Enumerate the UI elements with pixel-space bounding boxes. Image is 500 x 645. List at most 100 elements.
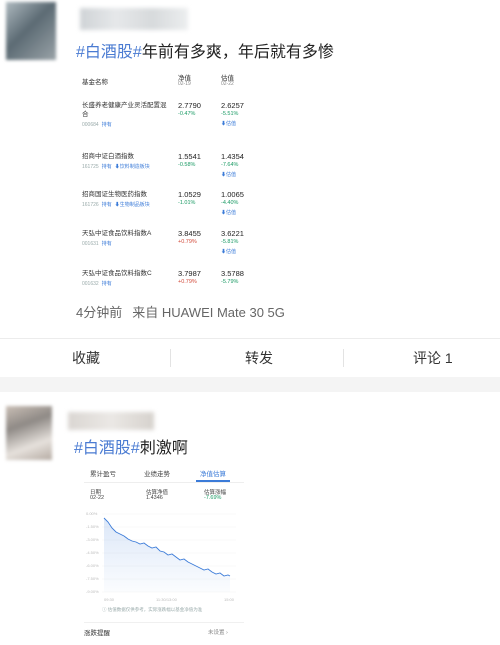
fund-code-line: 000684 持有 — [82, 121, 112, 128]
price-alert-value: 未设置 › — [208, 630, 228, 636]
fund-list-screenshot[interactable]: 基金名称 净值 02-19 估值 02-22 长盛养老健康产业灵活配置混合 00… — [76, 64, 252, 288]
est-value: 1.4354 — [221, 152, 244, 161]
username-blurred[interactable] — [68, 412, 154, 430]
y-axis-labels: 0.00% -1.50% -3.00% -4.50% -6.00% -7.50%… — [86, 511, 99, 594]
post-text: #白酒股#年前有多爽，年后就有多惨 — [76, 38, 334, 62]
post-body: 年前有多爽，年后就有多惨 — [141, 44, 334, 61]
x-tick-label: 09:30 — [104, 597, 115, 602]
avatar[interactable] — [6, 406, 52, 460]
fund-name: 招商国证生物医药指数 — [82, 191, 147, 198]
fund-code-line: 161725 持有 ⬇饮料制造板块 — [82, 163, 150, 170]
hashtag-link[interactable]: #白酒股# — [74, 440, 140, 457]
est-change: -7.64% — [221, 162, 239, 168]
fund-code: 161725 — [82, 164, 99, 170]
nav-date: 02-19 — [178, 81, 191, 87]
fund-code-line: 001631 持有 — [82, 240, 112, 247]
chevron-right-icon: › — [226, 630, 228, 636]
post-body: 刺激啊 — [139, 440, 188, 457]
nav-value: 2.7790 — [178, 101, 201, 110]
y-tick-label: 0.00% — [86, 511, 98, 516]
est-value: 3.5788 — [221, 269, 244, 278]
fund-name: 招商中证白酒指数 — [82, 153, 134, 160]
hold-tag: 持有 — [101, 241, 112, 247]
username-blurred[interactable] — [80, 8, 188, 30]
active-tab-indicator — [196, 480, 230, 482]
est-value: 2.6257 — [221, 101, 244, 110]
est-label: ⬇估值 — [221, 172, 237, 178]
est-change-value: -7.69% — [204, 495, 222, 501]
divider — [170, 349, 171, 367]
hold-tag: 持有 — [101, 202, 112, 208]
tab-performance[interactable]: 业绩走势 — [144, 468, 170, 478]
y-tick-label: -7.50% — [86, 576, 99, 581]
post-text: #白酒股#刺激啊 — [74, 434, 188, 458]
fund-code-line: 001632 持有 — [82, 280, 112, 287]
y-tick-label: -9.00% — [86, 589, 99, 594]
sector-tag: ⬇饮料制造板块 — [114, 164, 150, 170]
est-change: -5.51% — [221, 111, 239, 117]
feed-post-2: #白酒股#刺激啊 累计盈亏 业绩走势 净值估算 日期 02-22 估算净值 1.… — [0, 392, 500, 645]
comment-button[interactable]: 评论 1 — [413, 339, 453, 377]
est-date: 02-22 — [221, 81, 234, 87]
y-tick-label: -3.00% — [86, 537, 99, 542]
tab-cumulative-pnl[interactable]: 累计盈亏 — [90, 468, 116, 478]
nav-value: 3.7987 — [178, 269, 201, 278]
est-change: -5.81% — [221, 239, 239, 245]
sector-tag: ⬇生物制品板块 — [114, 202, 150, 208]
post-time: 4分钟前 — [76, 305, 123, 320]
hold-tag: 持有 — [101, 164, 112, 170]
nav-value: 3.8455 — [178, 229, 201, 238]
divider — [343, 349, 344, 367]
fund-code: 001632 — [82, 281, 99, 287]
fund-code: 161726 — [82, 202, 99, 208]
post-actions-bar: 收藏 转发 评论 1 — [0, 338, 500, 378]
nav-change: -1.01% — [178, 200, 196, 206]
fund-row: 招商中证白酒指数 161725 持有 ⬇饮料制造板块 1.5541 -0.58% 1… — [76, 152, 252, 192]
intraday-estimate-chart: 0.00% -1.50% -3.00% -4.50% -6.00% -7.50%… — [86, 511, 236, 602]
est-nav-value: 1.4346 — [146, 495, 163, 501]
nav-value: 1.5541 — [178, 152, 201, 161]
y-tick-label: -4.50% — [86, 550, 99, 555]
est-value: 1.0065 — [221, 190, 244, 199]
fund-code: 001631 — [82, 241, 99, 247]
est-change: -4.40% — [221, 200, 239, 206]
fund-row: 招商国证生物医药指数 161726 持有 ⬇生物制品板块 1.0529 -1.01%… — [76, 190, 252, 230]
est-label: ⬇估值 — [221, 249, 237, 255]
nav-value: 1.0529 — [178, 190, 201, 199]
tab-bar: 累计盈亏 业绩走势 净值估算 — [84, 462, 244, 483]
avatar[interactable] — [6, 2, 56, 60]
hold-tag: 持有 — [101, 122, 112, 128]
nav-change: +0.79% — [178, 239, 197, 245]
est-label: ⬇估值 — [221, 121, 237, 127]
disclaimer: ⓘ 估值数据仅供参考，实际涨跌幅以基金净值为准 — [102, 607, 203, 612]
feed-post-1: #白酒股#年前有多爽，年后就有多惨 基金名称 净值 02-19 估值 02-22… — [0, 0, 500, 338]
fund-row: 天弘中证食品饮料指数C 001632 持有 3.7987 +0.79% 3.578… — [76, 269, 252, 288]
post-meta: 4分钟前 来自 HUAWEI Mate 30 5G — [76, 302, 285, 321]
feed-separator — [0, 377, 500, 392]
date-value: 02-22 — [90, 495, 105, 501]
x-tick-label: 11:30/13:00 — [156, 597, 178, 602]
price-alert-label: 涨跌提醒 — [84, 630, 110, 637]
price-alert-row[interactable]: 涨跌提醒 未设置 › — [84, 622, 244, 639]
est-label: ⬇估值 — [221, 210, 237, 216]
post-source[interactable]: 来自 HUAWEI Mate 30 5G — [132, 305, 285, 320]
nav-change: -0.47% — [178, 111, 196, 117]
estimate-area — [104, 518, 230, 592]
x-axis-labels: 09:30 11:30/13:00 15:00 — [104, 597, 235, 602]
est-change: -5.79% — [221, 279, 239, 285]
x-tick-label: 15:00 — [224, 597, 235, 602]
fund-name: 长盛养老健康产业灵活配置混合 — [82, 102, 167, 118]
fund-row: 长盛养老健康产业灵活配置混合 000684 持有 2.7790 -0.47% 2.… — [76, 101, 252, 141]
est-value: 3.6221 — [221, 229, 244, 238]
fund-code-line: 161726 持有 ⬇生物制品板块 — [82, 201, 150, 208]
fund-name: 天弘中证食品饮料指数A — [82, 230, 152, 237]
hashtag-link[interactable]: #白酒股# — [76, 44, 142, 61]
repost-button[interactable]: 转发 — [245, 339, 273, 377]
fund-code: 000684 — [82, 122, 99, 128]
tab-nav-estimate[interactable]: 净值估算 — [200, 468, 226, 478]
fund-estimate-screenshot[interactable]: 累计盈亏 业绩走势 净值估算 日期 02-22 估算净值 1.4346 估算涨幅… — [84, 462, 244, 645]
fund-name: 天弘中证食品饮料指数C — [82, 270, 152, 277]
fund-name-header: 基金名称 — [82, 79, 108, 86]
collect-button[interactable]: 收藏 — [72, 339, 100, 377]
y-tick-label: -6.00% — [86, 563, 99, 568]
